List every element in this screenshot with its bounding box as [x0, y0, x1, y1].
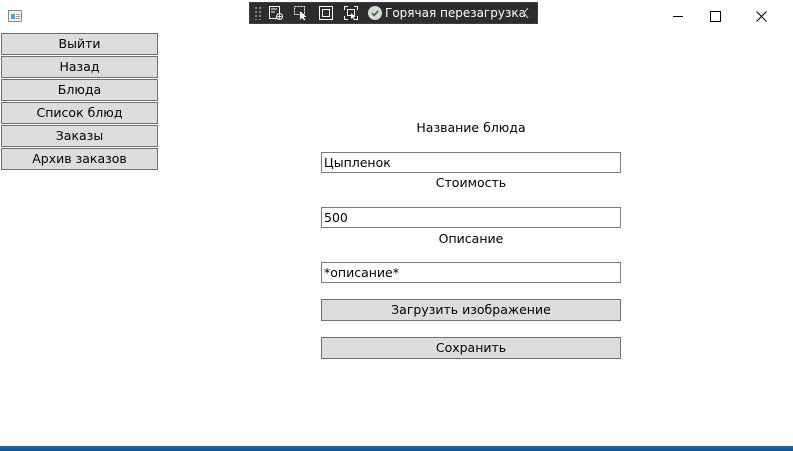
maximize-button[interactable] — [692, 0, 738, 32]
track-focus-icon[interactable] — [340, 4, 362, 22]
hot-reload-label: Горячая перезагрузка — [385, 6, 526, 20]
app-window-icon — [8, 10, 22, 22]
close-button[interactable] — [738, 0, 784, 32]
description-input[interactable] — [321, 262, 621, 283]
dish-name-label: Название блюда — [416, 120, 526, 135]
price-input[interactable] — [321, 207, 621, 228]
navigation-menu: Выйти Назад Блюда Список блюд Заказы Арх… — [1, 33, 158, 171]
toolbar-grip-icon[interactable] — [254, 6, 262, 20]
check-circle-icon — [368, 6, 382, 20]
select-element-icon[interactable] — [290, 4, 312, 22]
app-window: Горячая перезагрузка Выйти Назад Блюда С… — [0, 0, 793, 451]
nav-logout-button[interactable]: Выйти — [1, 33, 158, 55]
minimize-icon — [673, 15, 683, 17]
nav-dishes-button[interactable]: Блюда — [1, 79, 158, 101]
save-button[interactable]: Сохранить — [321, 337, 621, 359]
hot-reload-status[interactable]: Горячая перезагрузка — [368, 4, 526, 22]
upload-image-button[interactable]: Загрузить изображение — [321, 299, 621, 321]
live-visual-tree-icon[interactable] — [265, 4, 287, 22]
dish-name-input[interactable] — [321, 152, 621, 173]
xaml-debug-toolbar: Горячая перезагрузка — [249, 2, 538, 24]
description-label: Описание — [438, 231, 504, 246]
nav-dish-list-button[interactable]: Список блюд — [1, 102, 158, 124]
nav-orders-button[interactable]: Заказы — [1, 125, 158, 147]
display-layout-adorners-icon[interactable] — [315, 4, 337, 22]
taskbar-edge — [0, 446, 793, 451]
close-icon — [755, 10, 767, 22]
title-bar[interactable]: Горячая перезагрузка — [0, 0, 793, 32]
price-label: Стоимость — [435, 175, 507, 190]
nav-back-button[interactable]: Назад — [1, 56, 158, 78]
nav-order-archive-button[interactable]: Архив заказов — [1, 148, 158, 170]
chevron-left-icon[interactable] — [521, 6, 531, 20]
maximize-icon — [709, 10, 721, 22]
